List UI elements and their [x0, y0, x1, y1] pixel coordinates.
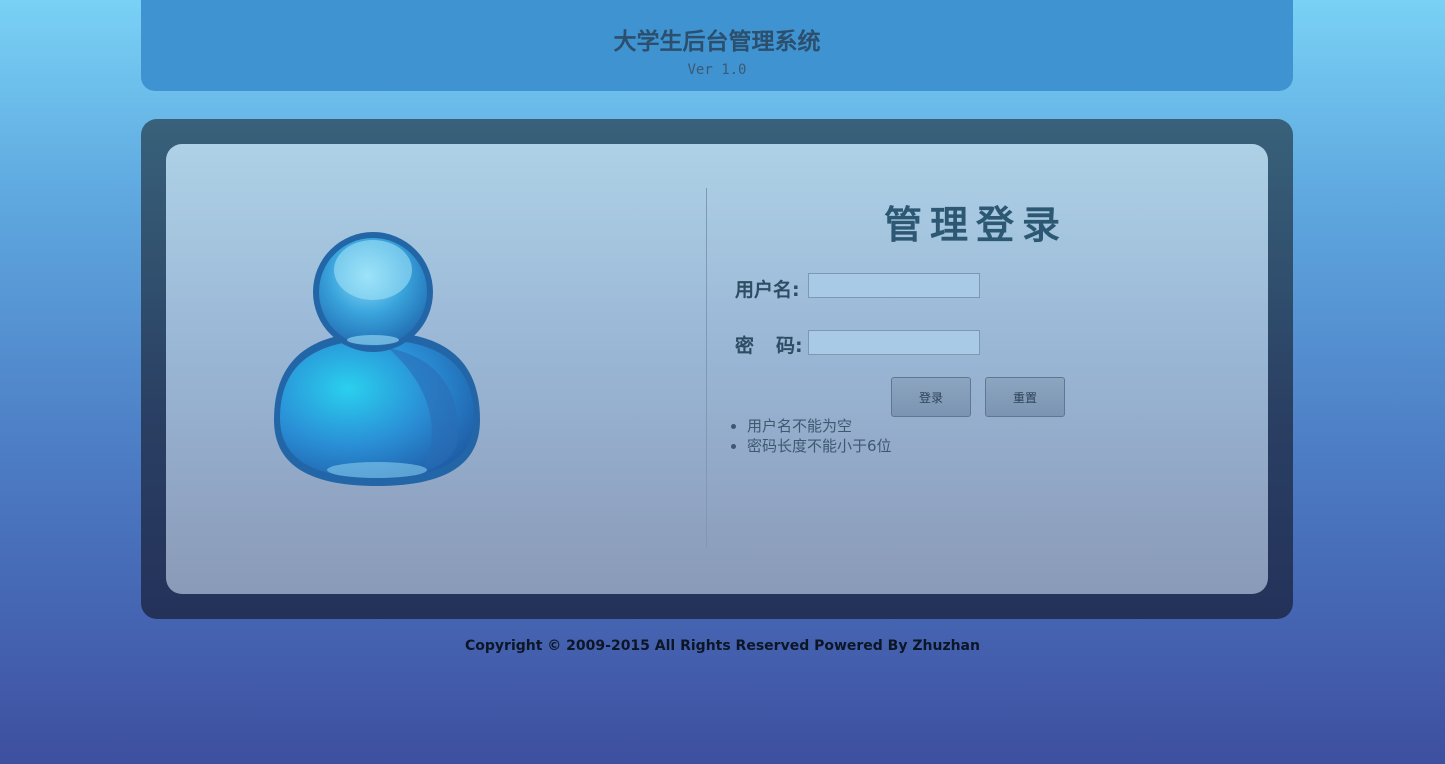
user-avatar-icon — [274, 232, 480, 486]
login-button[interactable]: 登录 — [891, 377, 971, 417]
login-panel-frame: 管理登录 用户名: 密码: 登录 重置 用户名不能为空 密码长度不能小于6位 — [141, 119, 1293, 619]
password-label-part2: 码: — [776, 335, 803, 357]
app-title: 大学生后台管理系统 — [613, 29, 821, 55]
footer-copyright: Copyright © 2009-2015 All Rights Reserve… — [465, 638, 980, 654]
validation-errors: 用户名不能为空 密码长度不能小于6位 — [729, 416, 892, 456]
reset-button[interactable]: 重置 — [985, 377, 1065, 417]
password-input[interactable] — [808, 330, 980, 355]
panel-divider — [706, 188, 707, 548]
username-input[interactable] — [808, 273, 980, 298]
password-label-part1: 密 — [735, 335, 755, 357]
password-label: 密码: — [735, 331, 803, 358]
username-label: 用户名: — [735, 279, 800, 301]
login-title: 管理登录 — [884, 203, 1069, 247]
error-message: 密码长度不能小于6位 — [747, 436, 892, 456]
login-panel: 管理登录 用户名: 密码: 登录 重置 用户名不能为空 密码长度不能小于6位 — [166, 144, 1268, 594]
error-message: 用户名不能为空 — [747, 416, 892, 436]
header: 大学生后台管理系统 Ver 1.0 — [141, 0, 1293, 91]
version-label: Ver 1.0 — [687, 62, 747, 78]
